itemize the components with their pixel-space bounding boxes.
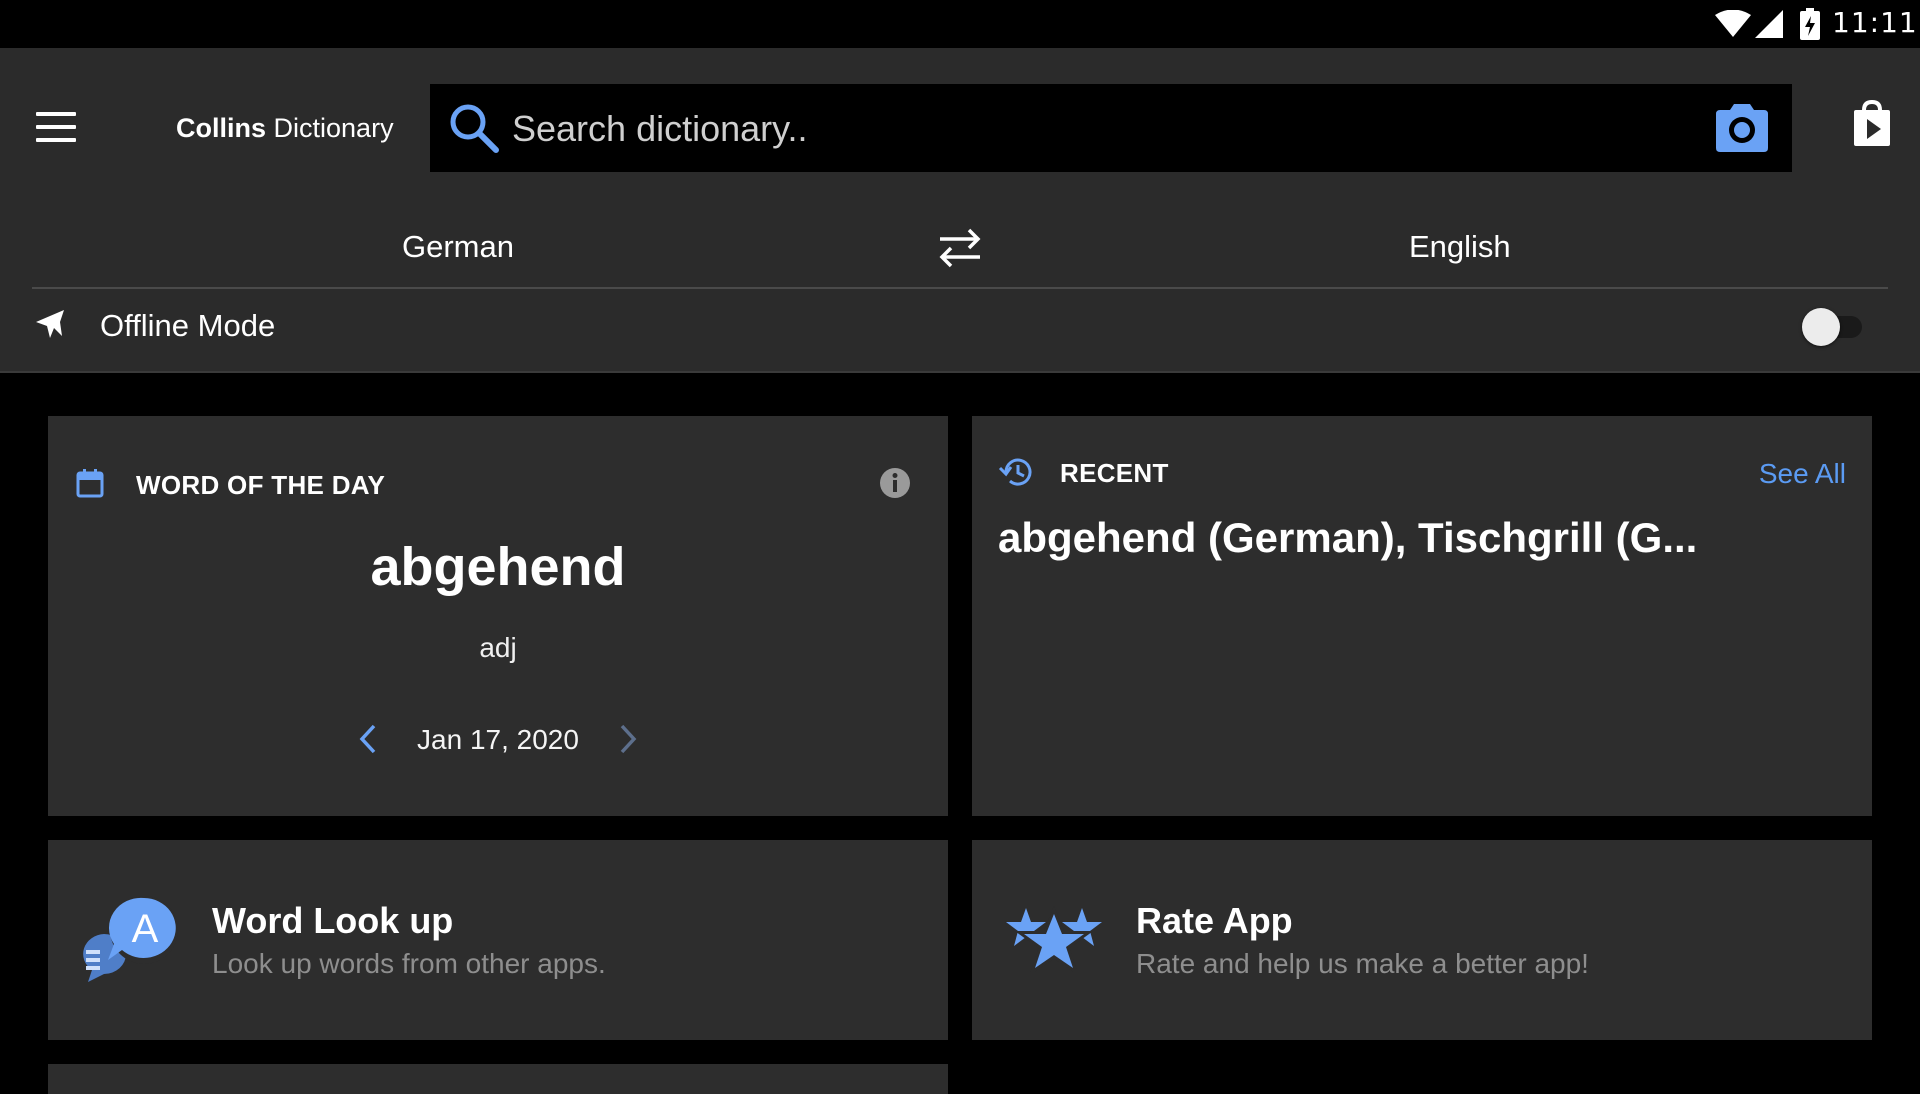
wifi-icon: [1715, 10, 1751, 37]
status-bar: 11:11: [0, 0, 1920, 48]
language-selector: German English: [32, 213, 1888, 289]
word-of-the-day-title: WORD OF THE DAY: [136, 470, 386, 500]
calendar-icon: [76, 469, 104, 498]
store-icon[interactable]: [1852, 100, 1892, 148]
menu-icon[interactable]: [36, 112, 76, 142]
rate-app-title: Rate App: [1136, 900, 1293, 941]
stars-icon: [1006, 906, 1102, 972]
brand-bold: Collins: [176, 113, 267, 143]
word-of-the-day-date: Jan 17, 2020: [417, 724, 579, 755]
airplane-icon: [36, 310, 64, 338]
word-lookup-card[interactable]: A Word Look up Look up words from other …: [48, 840, 948, 1040]
signal-icon: [1755, 10, 1783, 38]
rate-app-subtitle: Rate and help us make a better app!: [1136, 948, 1589, 979]
camera-icon[interactable]: [1712, 102, 1772, 154]
see-all-link[interactable]: See All: [1759, 458, 1846, 490]
recent-words[interactable]: abgehend (German), Tischgrill (G...: [998, 514, 1848, 562]
search-input[interactable]: [510, 102, 1694, 156]
target-language[interactable]: English: [1409, 229, 1511, 265]
swap-arrows-icon[interactable]: [936, 223, 984, 271]
history-icon: [998, 458, 1032, 486]
search-icon[interactable]: [448, 102, 500, 154]
partial-card: [48, 1064, 948, 1094]
word-lookup-subtitle: Look up words from other apps.: [212, 948, 606, 979]
chevron-right-icon[interactable]: [616, 722, 640, 756]
offline-mode-row: Offline Mode: [32, 296, 1888, 360]
word-lookup-icon: A: [83, 896, 178, 982]
word-lookup-title: Word Look up: [212, 900, 454, 941]
search-bar[interactable]: [430, 84, 1792, 172]
brand-light: Dictionary: [273, 113, 394, 143]
word-of-the-day-card[interactable]: WORD OF THE DAY abgehend adj Jan 17, 202…: [48, 416, 948, 816]
recent-card: RECENT See All abgehend (German), Tischg…: [972, 416, 1872, 816]
app-header: Collins Dictionary German English: [0, 48, 1920, 373]
info-icon[interactable]: [878, 466, 912, 500]
word-lookup-icon-letter: A: [132, 907, 159, 951]
clock: 11:11: [1832, 6, 1918, 39]
rate-app-card[interactable]: Rate App Rate and help us make a better …: [972, 840, 1872, 1040]
app-brand: Collins Dictionary: [176, 112, 394, 144]
word-of-the-day-word[interactable]: abgehend: [48, 536, 948, 598]
battery-charging-icon: [1800, 8, 1820, 40]
part-of-speech: adj: [479, 632, 517, 663]
recent-title: RECENT: [1060, 458, 1169, 488]
offline-mode-label: Offline Mode: [100, 308, 276, 343]
offline-mode-toggle[interactable]: [1802, 306, 1862, 346]
source-language[interactable]: German: [402, 229, 514, 265]
